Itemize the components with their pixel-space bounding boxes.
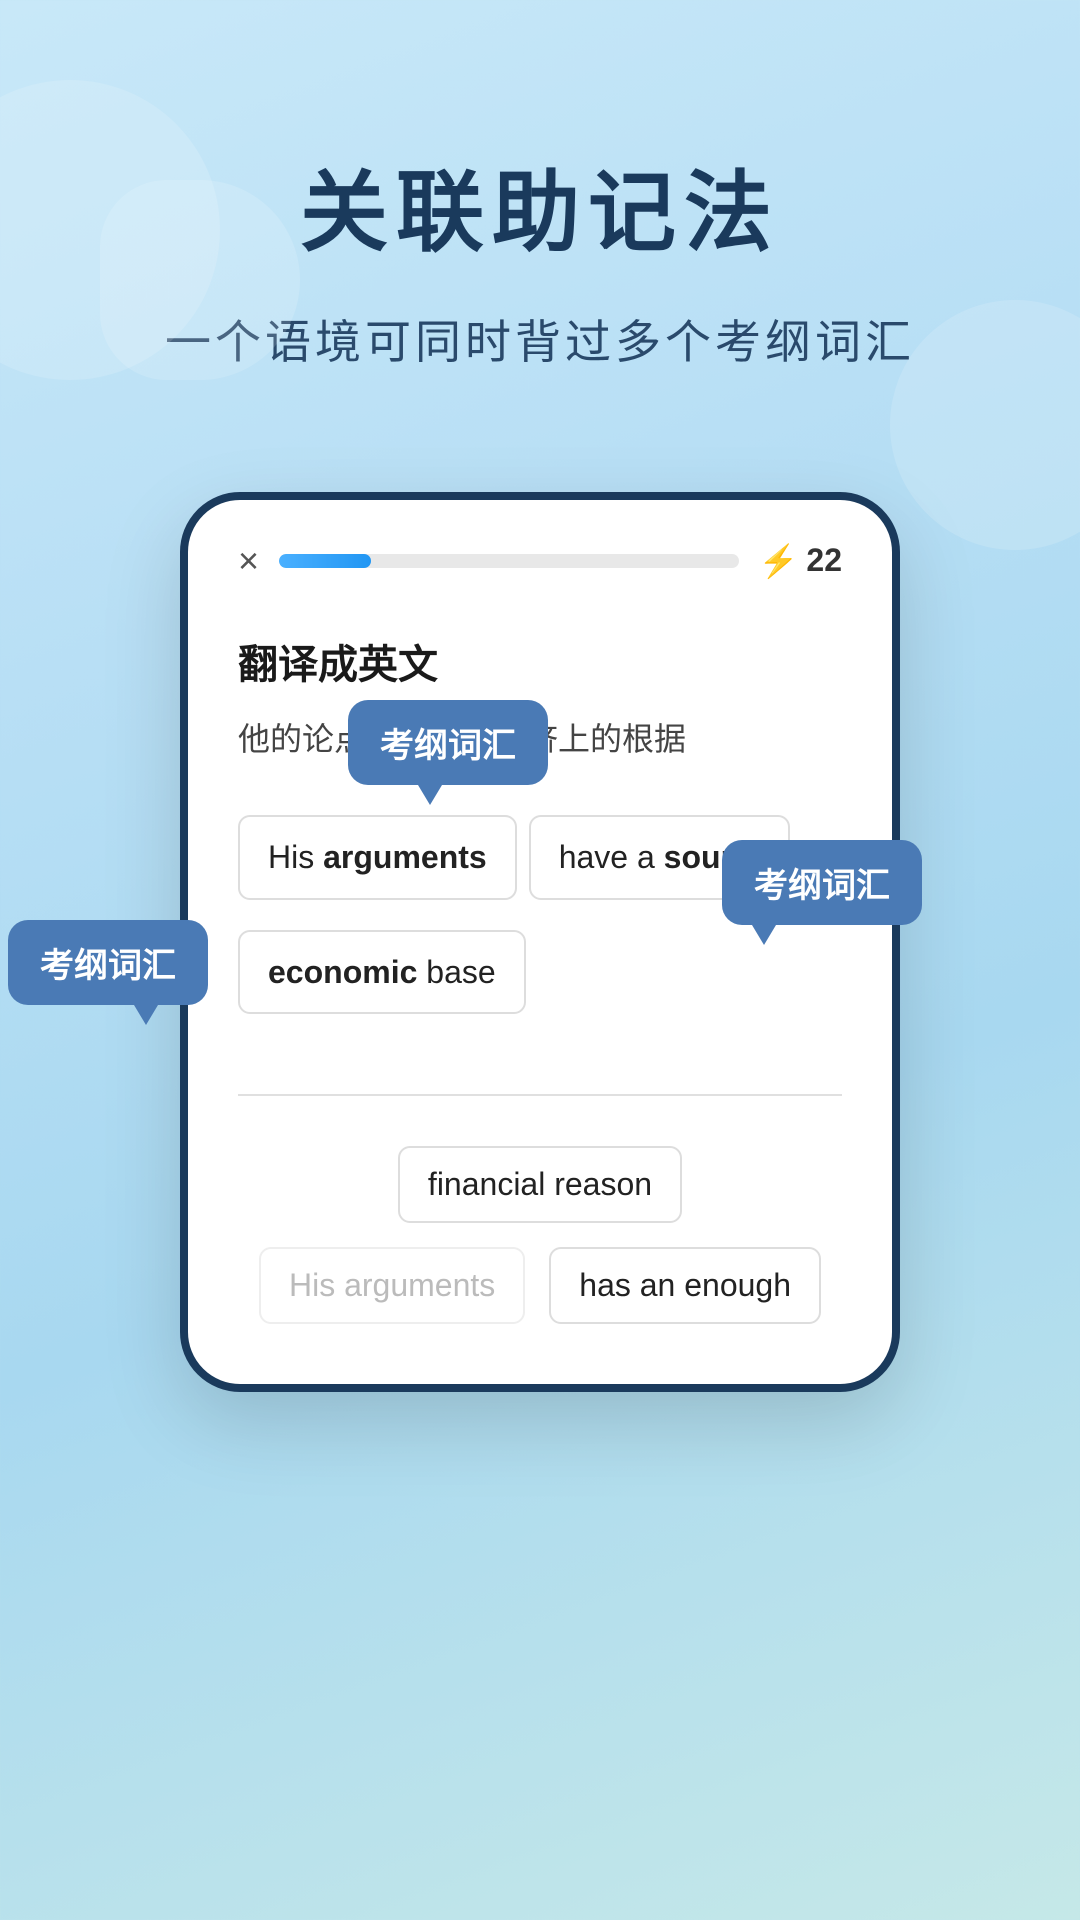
score-value: 22 (806, 542, 842, 579)
has-an-enough-text: has an enough (579, 1267, 791, 1304)
phone-mockup: 考纲词汇 考纲词汇 考纲词汇 × ⚡ 22 翻译成英文 他的论点有充分的经济上的… (180, 492, 900, 1393)
answers-row-2: economic base (238, 930, 842, 1035)
answer-option-economic[interactable]: economic base (238, 930, 526, 1015)
tooltip-economic: 考纲词汇 (8, 920, 208, 1005)
progress-bar-row: × ⚡ 22 (238, 540, 842, 582)
answer-divider (238, 1094, 842, 1096)
page-container: 关联助记法 一个语境可同时背过多个考纲词汇 考纲词汇 考纲词汇 考纲词汇 × ⚡… (0, 0, 1080, 1920)
progress-track (279, 554, 739, 568)
financial-reason-text: financial reason (428, 1166, 652, 1203)
question-label: 翻译成英文 (238, 632, 842, 690)
bottom-option-his-arguments[interactable]: His arguments (259, 1247, 525, 1324)
close-button[interactable]: × (238, 540, 259, 582)
bottom-options: financial reason His arguments has an en… (238, 1126, 842, 1324)
bottom-option-has-an-enough[interactable]: has an enough (549, 1247, 821, 1324)
bold-economic: economic (268, 950, 417, 995)
bg-decoration-3 (100, 180, 300, 380)
tooltip-arguments: 考纲词汇 (348, 700, 548, 785)
answer-option-arguments[interactable]: His arguments (238, 815, 517, 900)
his-arguments-text: His arguments (289, 1267, 495, 1304)
bottom-option-financial[interactable]: financial reason (398, 1146, 682, 1223)
score-area: ⚡ 22 (759, 542, 842, 580)
progress-fill (279, 554, 371, 568)
bold-arguments: arguments (314, 835, 486, 880)
tooltip-sound: 考纲词汇 (722, 840, 922, 925)
bg-decoration-2 (890, 300, 1080, 550)
lightning-icon: ⚡ (759, 542, 799, 580)
